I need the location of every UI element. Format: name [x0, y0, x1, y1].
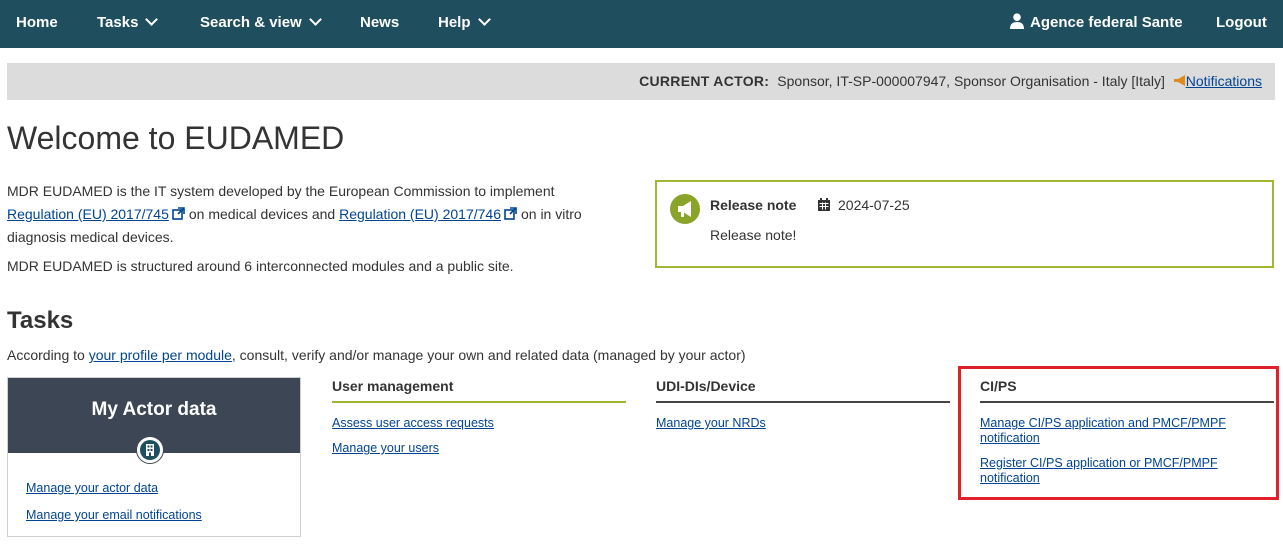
user-icon — [1010, 13, 1024, 29]
nav-search-view[interactable]: Search & view — [200, 0, 322, 48]
tasks-intro-text-post: , consult, verify and/or manage your own… — [231, 347, 746, 363]
chevron-down-icon — [145, 13, 159, 26]
manage-nrds-link[interactable]: Manage your NRDs — [656, 416, 950, 431]
nav-tasks-label: Tasks — [97, 14, 139, 31]
tasks-heading: Tasks — [7, 307, 74, 334]
top-navigation-bar: Home Tasks Search & view News Help Agenc… — [0, 0, 1283, 48]
intro-text-1: MDR EUDAMED is the IT system developed b… — [7, 183, 555, 199]
nav-news[interactable]: News — [360, 0, 399, 48]
tasks-intro-text-pre: According to — [7, 347, 85, 363]
nav-tasks[interactable]: Tasks — [97, 0, 159, 48]
chevron-down-icon — [308, 13, 322, 26]
manage-email-notifications-link[interactable]: Manage your email notifications — [26, 508, 202, 522]
calendar-icon — [818, 198, 830, 211]
release-note-date: 2024-07-25 — [838, 197, 910, 213]
highlight-box — [958, 366, 1279, 500]
nav-logout-label: Logout — [1216, 14, 1267, 31]
release-note-body: Release note! — [710, 227, 797, 243]
nav-help[interactable]: Help — [438, 0, 491, 48]
current-actor-label: CURRENT ACTOR: — [639, 73, 770, 89]
external-link-icon — [172, 207, 185, 220]
current-actor-bar: CURRENT ACTOR: Sponsor, IT-SP-000007947, … — [7, 63, 1275, 100]
user-management-heading: User management — [332, 378, 626, 403]
nav-help-label: Help — [438, 14, 471, 31]
user-management-column: User management Assess user access reque… — [332, 378, 626, 456]
megaphone-icon — [1173, 75, 1185, 86]
current-actor-value: Sponsor, IT-SP-000007947, Sponsor Organi… — [777, 73, 1165, 89]
intro-text-2: on medical devices and — [188, 206, 336, 222]
nav-user-menu[interactable]: Agence federal Sante — [1010, 0, 1183, 48]
page-title: Welcome to EUDAMED — [7, 120, 345, 156]
nav-logout[interactable]: Logout — [1216, 0, 1267, 48]
nav-home[interactable]: Home — [16, 0, 58, 48]
intro-paragraph: MDR EUDAMED is the IT system developed b… — [7, 180, 627, 249]
udi-device-heading: UDI-DIs/Device — [656, 378, 950, 403]
assess-user-access-requests-link[interactable]: Assess user access requests — [332, 416, 626, 431]
building-icon — [136, 436, 164, 464]
release-note-title: Release note — [710, 197, 797, 213]
nav-search-view-label: Search & view — [200, 14, 302, 31]
manage-your-users-link[interactable]: Manage your users — [332, 441, 626, 456]
regulation-745-link[interactable]: Regulation (EU) 2017/745 — [7, 206, 169, 222]
nav-user-label: Agence federal Sante — [1030, 14, 1183, 31]
nav-home-label: Home — [16, 14, 58, 31]
manage-actor-data-link[interactable]: Manage your actor data — [26, 481, 158, 495]
megaphone-icon — [670, 194, 700, 224]
intro-paragraph-2: MDR EUDAMED is structured around 6 inter… — [7, 258, 514, 274]
udi-device-column: UDI-DIs/Device Manage your NRDs — [656, 378, 950, 431]
notifications-link[interactable]: Notifications — [1186, 73, 1262, 89]
profile-per-module-link[interactable]: your profile per module — [89, 347, 232, 363]
chevron-down-icon — [477, 13, 491, 26]
regulation-746-link[interactable]: Regulation (EU) 2017/746 — [339, 206, 501, 222]
my-actor-data-card: My Actor data Manage your actor data Man… — [7, 377, 301, 537]
external-link-icon — [504, 207, 517, 220]
tasks-intro: According to your profile per module, co… — [7, 347, 746, 363]
release-note-box: Release note 2024-07-25 Release note! — [655, 180, 1274, 268]
nav-news-label: News — [360, 14, 400, 31]
